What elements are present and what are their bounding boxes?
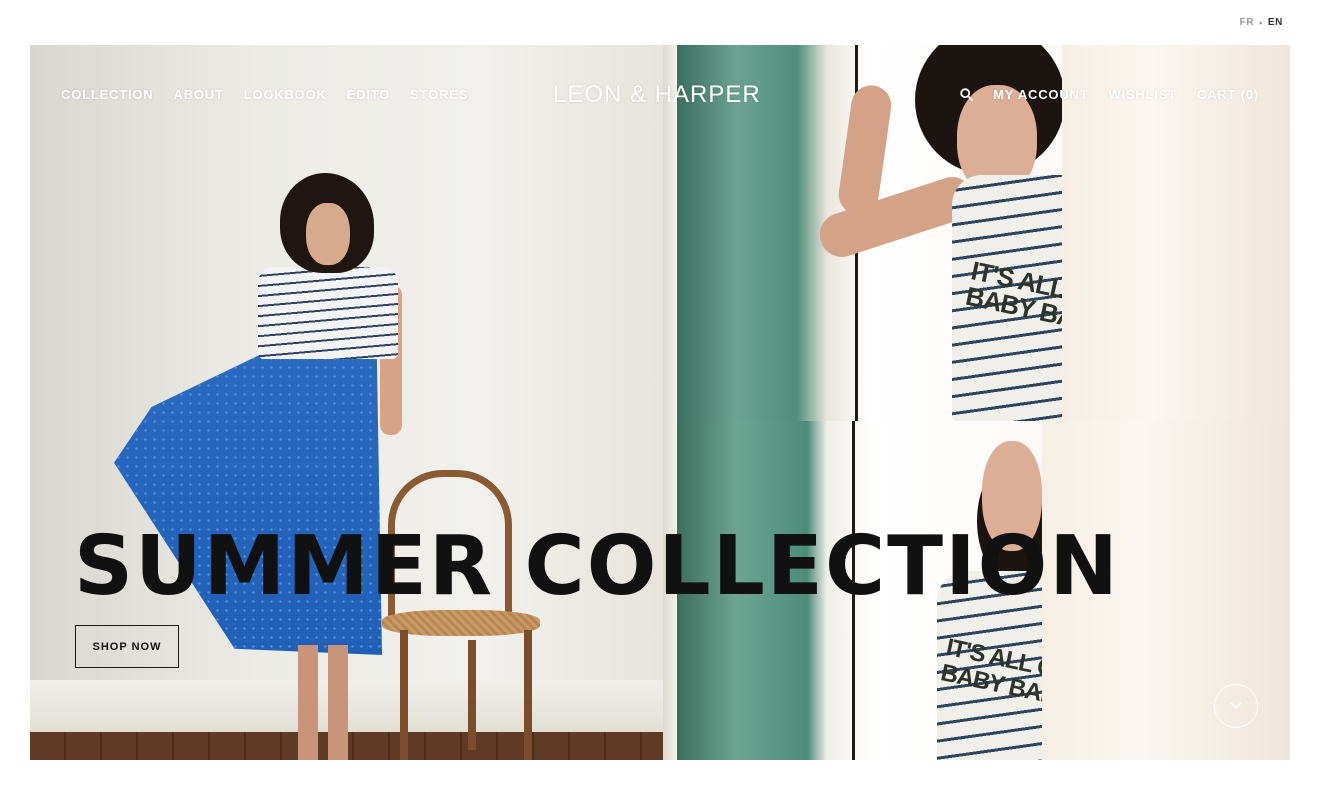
search-icon[interactable] bbox=[960, 88, 973, 101]
hero-headline: SUMMER COLLECTION bbox=[74, 519, 1120, 614]
wood-floor bbox=[30, 732, 677, 760]
cart-link[interactable]: CART (0) bbox=[1197, 87, 1259, 102]
my-account-link[interactable]: MY ACCOUNT bbox=[993, 87, 1088, 102]
wishlist-link[interactable]: WISHLIST bbox=[1108, 87, 1177, 102]
nav-item-stores[interactable]: STORES bbox=[410, 87, 468, 102]
brand-logo[interactable]: LEON & HARPER bbox=[553, 81, 761, 109]
top-bar: FR • EN bbox=[0, 0, 1320, 45]
model-top bbox=[258, 267, 398, 359]
baseboard bbox=[30, 680, 677, 732]
model-face bbox=[306, 203, 350, 265]
model-legs bbox=[298, 645, 348, 760]
wooden-chair bbox=[382, 470, 540, 760]
nav-item-about[interactable]: ABOUT bbox=[174, 87, 224, 102]
nav-item-collection[interactable]: COLLECTION bbox=[61, 87, 154, 102]
hero-banner: IT'S ALL GOOD BABY BABY IT'S ALL GOOD BA… bbox=[30, 45, 1290, 760]
nav-right: MY ACCOUNT WISHLIST CART (0) bbox=[960, 87, 1259, 102]
lang-separator: • bbox=[1259, 17, 1263, 28]
nav-item-lookbook[interactable]: LOOKBOOK bbox=[244, 87, 327, 102]
language-switcher: FR • EN bbox=[1240, 17, 1283, 28]
main-nav: COLLECTION ABOUT LOOKBOOK EDITO STORES L… bbox=[30, 45, 1290, 145]
window-edge bbox=[663, 45, 677, 760]
nav-left: COLLECTION ABOUT LOOKBOOK EDITO STORES bbox=[61, 87, 468, 102]
shop-now-button[interactable]: SHOP NOW bbox=[75, 625, 179, 668]
lang-en[interactable]: EN bbox=[1268, 17, 1283, 28]
lang-fr[interactable]: FR bbox=[1240, 17, 1255, 28]
nav-item-edito[interactable]: EDITO bbox=[347, 87, 391, 102]
chevron-down-icon bbox=[1230, 697, 1242, 715]
scroll-down-button[interactable] bbox=[1214, 684, 1258, 728]
